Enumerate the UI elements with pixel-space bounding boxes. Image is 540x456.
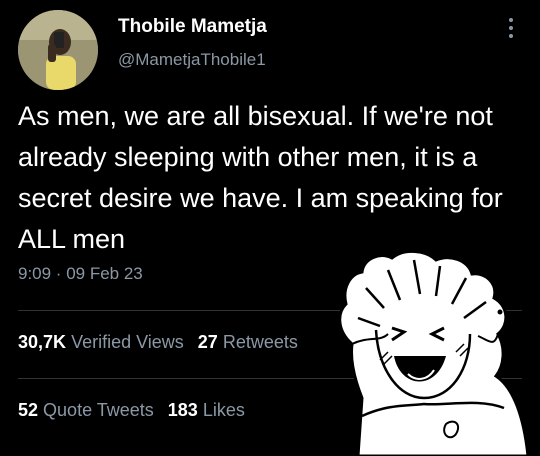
author-display-name[interactable]: Thobile Mametja — [118, 16, 267, 38]
tweet-timestamp[interactable]: 9:09 · 09 Feb 23 — [18, 264, 143, 284]
stats-row-views-retweets: 30,7K Verified Views 27 Retweets — [18, 332, 298, 353]
author-handle[interactable]: @MametjaThobile1 — [118, 50, 266, 70]
tweet-text: As men, we are all bisexual. If we're no… — [18, 101, 503, 254]
quote-tweets-count[interactable]: 52 — [18, 400, 38, 420]
laughing-cartoon-sticker — [338, 250, 530, 456]
views-label: Verified Views — [71, 332, 184, 352]
tweet-card: Thobile Mametja @MametjaThobile1 As men,… — [0, 0, 540, 456]
avatar-image — [18, 10, 98, 90]
stats-row-quotes-likes: 52 Quote Tweets 183 Likes — [18, 400, 245, 421]
views-count: 30,7K — [18, 332, 67, 352]
retweets-count[interactable]: 27 — [198, 332, 218, 352]
likes-label[interactable]: Likes — [203, 400, 245, 420]
avatar[interactable] — [18, 10, 98, 90]
more-options-icon[interactable] — [506, 18, 516, 44]
likes-count[interactable]: 183 — [168, 400, 198, 420]
quote-tweets-label[interactable]: Quote Tweets — [43, 400, 154, 420]
retweets-label[interactable]: Retweets — [223, 332, 298, 352]
